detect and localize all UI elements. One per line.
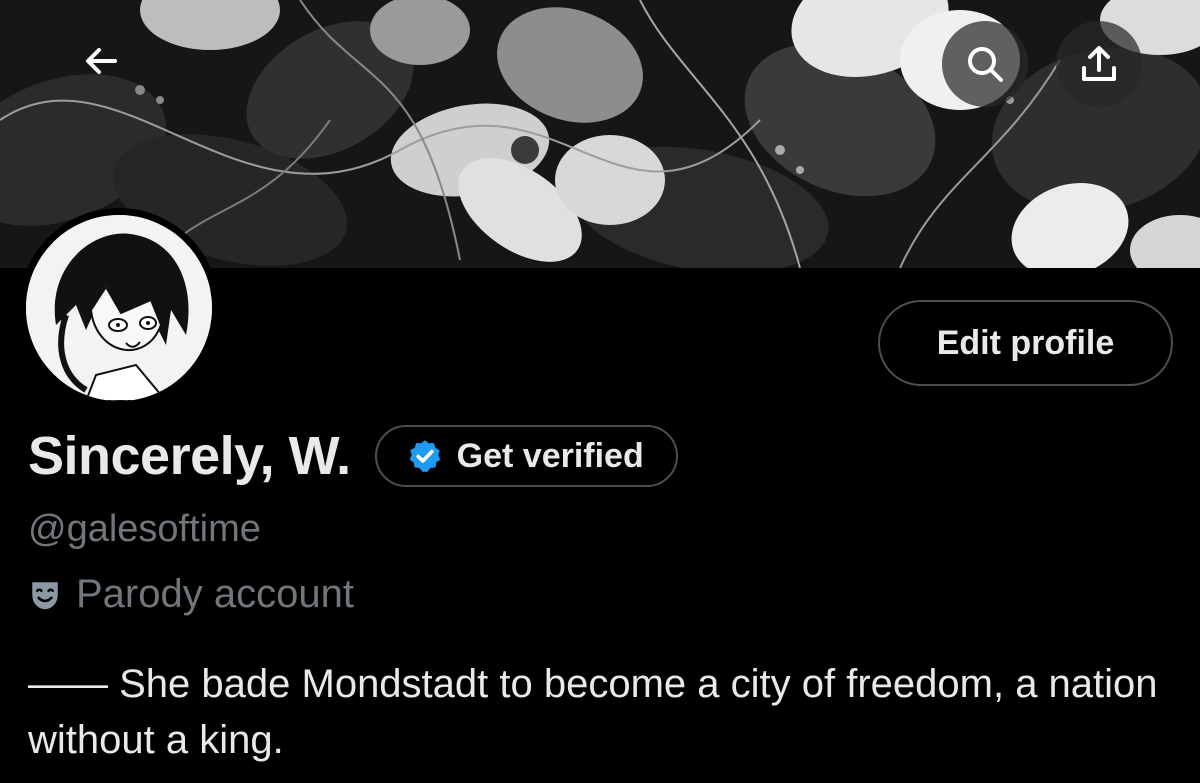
verified-badge-icon [409,440,440,472]
theater-mask-icon [32,581,58,609]
parody-account-label: Parody account [28,572,354,617]
get-verified-label: Get verified [456,436,644,475]
profile-handle: @galesoftime [28,508,261,550]
get-verified-button[interactable]: Get verified [374,425,678,487]
arrow-left-icon [86,48,117,74]
name-row: Sincerely, W. Get verified [28,425,678,487]
avatar-illustration [26,215,212,401]
share-button[interactable] [1056,21,1142,107]
display-name: Sincerely, W. [28,426,351,486]
avatar-image [26,215,212,401]
back-button[interactable] [58,18,144,104]
parody-account-text: Parody account [76,572,354,616]
share-upload-icon [1082,46,1116,81]
search-button[interactable] [942,21,1028,107]
search-icon [968,47,1003,82]
edit-profile-button[interactable]: Edit profile [878,300,1173,386]
profile-bio: —— She bade Mondstadt to become a city o… [28,662,1158,762]
profile-avatar[interactable] [19,208,219,408]
